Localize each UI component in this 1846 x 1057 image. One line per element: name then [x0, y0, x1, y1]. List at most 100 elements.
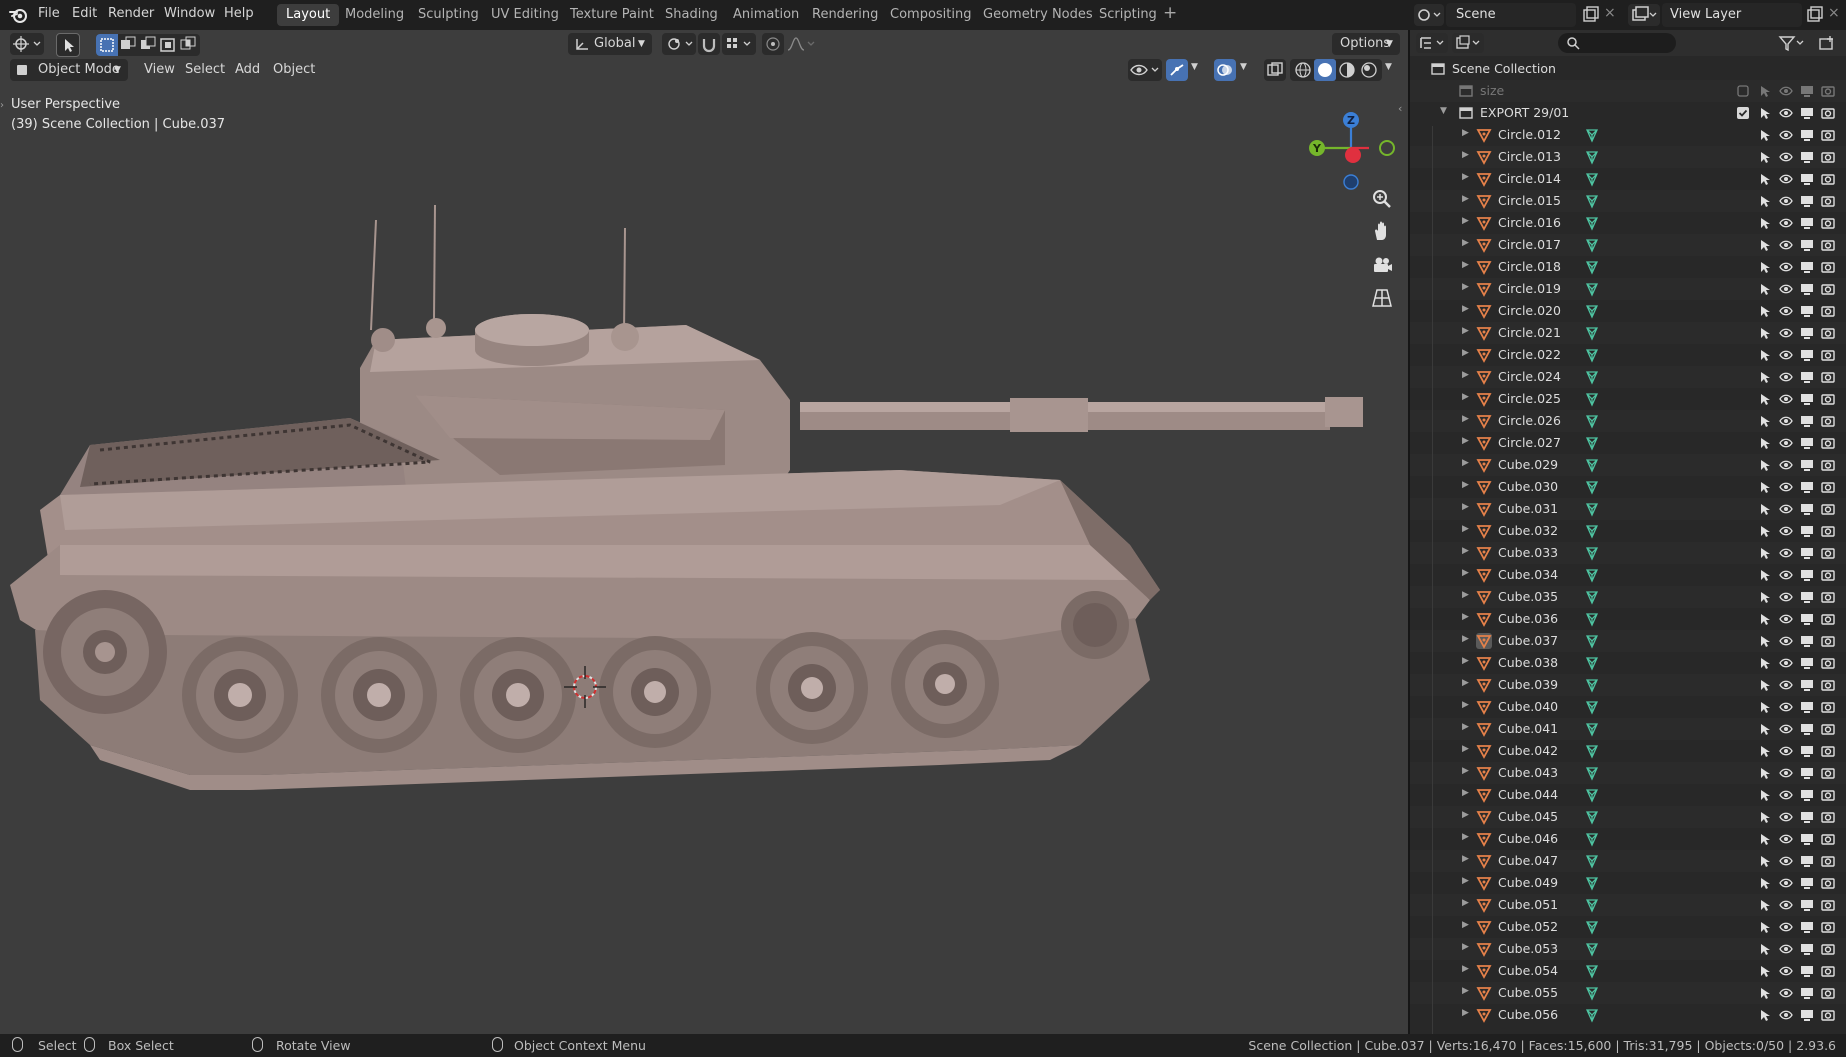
- outliner-row-object[interactable]: ▶ Cube.056: [1410, 1004, 1846, 1026]
- render-camera-icon[interactable]: [1821, 260, 1835, 274]
- outliner-row-scene-collection[interactable]: Scene Collection: [1410, 58, 1846, 80]
- expand-arrow-icon[interactable]: ▶: [1462, 480, 1469, 490]
- selectable-arrow-icon[interactable]: [1758, 194, 1772, 208]
- viewport-monitor-icon[interactable]: [1800, 128, 1814, 142]
- viewport-monitor-icon[interactable]: [1800, 216, 1814, 230]
- render-camera-icon[interactable]: [1821, 238, 1835, 252]
- render-camera-icon[interactable]: [1821, 766, 1835, 780]
- viewport-monitor-icon[interactable]: [1800, 810, 1814, 824]
- selectable-arrow-icon[interactable]: [1758, 436, 1772, 450]
- selectable-arrow-icon[interactable]: [1758, 216, 1772, 230]
- outliner-row-object[interactable]: ▶ Cube.052: [1410, 916, 1846, 938]
- selectable-arrow-icon[interactable]: [1758, 282, 1772, 296]
- viewport-monitor-icon[interactable]: [1800, 832, 1814, 846]
- selectable-arrow-icon[interactable]: [1758, 502, 1772, 516]
- outliner-row-object[interactable]: ▶ Cube.034: [1410, 564, 1846, 586]
- outliner-row-object[interactable]: ▶ Cube.051: [1410, 894, 1846, 916]
- viewport-monitor-icon[interactable]: [1800, 524, 1814, 538]
- selectable-arrow-icon[interactable]: [1758, 546, 1772, 560]
- tank-3d-model[interactable]: [0, 30, 1408, 1034]
- visibility-eye-icon[interactable]: [1779, 744, 1793, 758]
- render-camera-icon[interactable]: [1821, 568, 1835, 582]
- menu-window[interactable]: Window: [164, 6, 215, 21]
- visibility-eye-icon[interactable]: [1779, 920, 1793, 934]
- viewport-monitor-icon[interactable]: [1800, 260, 1814, 274]
- expand-arrow-icon[interactable]: ▶: [1462, 370, 1469, 380]
- render-camera-icon[interactable]: [1821, 744, 1835, 758]
- viewport-monitor-icon[interactable]: [1800, 414, 1814, 428]
- selectable-arrow-icon[interactable]: [1758, 766, 1772, 780]
- render-camera-icon[interactable]: [1821, 436, 1835, 450]
- visibility-eye-icon[interactable]: [1779, 282, 1793, 296]
- viewport-monitor-icon[interactable]: [1800, 392, 1814, 406]
- outliner-row-object[interactable]: ▶ Cube.040: [1410, 696, 1846, 718]
- visibility-eye-icon[interactable]: [1779, 436, 1793, 450]
- viewport-monitor-icon[interactable]: [1800, 326, 1814, 340]
- selectable-arrow-icon[interactable]: [1758, 986, 1772, 1000]
- selectable-arrow-icon[interactable]: [1758, 260, 1772, 274]
- outliner-row-object[interactable]: ▶ Circle.018: [1410, 256, 1846, 278]
- visibility-eye-icon[interactable]: [1779, 942, 1793, 956]
- render-camera-icon[interactable]: [1821, 304, 1835, 318]
- outliner-row-object[interactable]: ▶ Cube.037: [1410, 630, 1846, 652]
- expand-arrow-icon[interactable]: ▶: [1462, 282, 1469, 292]
- viewport-monitor-icon[interactable]: [1800, 722, 1814, 736]
- outliner-row-object[interactable]: ▶ Circle.012: [1410, 124, 1846, 146]
- viewport-monitor-icon[interactable]: [1800, 194, 1814, 208]
- expand-arrow-icon[interactable]: ▶: [1462, 194, 1469, 204]
- scene-field[interactable]: Scene: [1446, 3, 1576, 27]
- visibility-eye-icon[interactable]: [1779, 612, 1793, 626]
- viewport-monitor-icon[interactable]: [1800, 854, 1814, 868]
- selectable-arrow-icon[interactable]: [1758, 920, 1772, 934]
- viewport-monitor-icon[interactable]: [1800, 84, 1814, 98]
- tab-modeling[interactable]: Modeling: [336, 4, 413, 26]
- outliner-editor-type-icon[interactable]: [1416, 33, 1448, 53]
- visibility-eye-icon[interactable]: [1779, 964, 1793, 978]
- render-camera-icon[interactable]: [1821, 370, 1835, 384]
- outliner-row-object[interactable]: ▶ Cube.046: [1410, 828, 1846, 850]
- selectable-arrow-icon[interactable]: [1758, 898, 1772, 912]
- selectable-arrow-icon[interactable]: [1758, 238, 1772, 252]
- tab-animation[interactable]: Animation: [724, 4, 808, 26]
- selectable-arrow-icon[interactable]: [1758, 370, 1772, 384]
- outliner-row-object[interactable]: ▶ Cube.036: [1410, 608, 1846, 630]
- render-camera-icon[interactable]: [1821, 722, 1835, 736]
- expand-arrow-icon[interactable]: ▶: [1462, 524, 1469, 534]
- tab-layout[interactable]: Layout: [277, 4, 340, 26]
- visibility-eye-icon[interactable]: [1779, 480, 1793, 494]
- viewport-monitor-icon[interactable]: [1800, 942, 1814, 956]
- expand-arrow-icon[interactable]: ▶: [1462, 414, 1469, 424]
- viewport-monitor-icon[interactable]: [1800, 876, 1814, 890]
- remove-view-layer-icon[interactable]: ×: [1828, 5, 1840, 21]
- outliner-row-object[interactable]: ▶ Circle.014: [1410, 168, 1846, 190]
- visibility-eye-icon[interactable]: [1779, 238, 1793, 252]
- selectable-arrow-icon[interactable]: [1758, 634, 1772, 648]
- render-camera-icon[interactable]: [1821, 986, 1835, 1000]
- selectable-arrow-icon[interactable]: [1758, 414, 1772, 428]
- expand-arrow-icon[interactable]: ▶: [1462, 634, 1469, 644]
- outliner-row-object[interactable]: ▶ Cube.045: [1410, 806, 1846, 828]
- expand-arrow-icon[interactable]: ▶: [1462, 304, 1469, 314]
- selectable-arrow-icon[interactable]: [1758, 392, 1772, 406]
- selectable-arrow-icon[interactable]: [1758, 810, 1772, 824]
- outliner-row-object[interactable]: ▶ Circle.019: [1410, 278, 1846, 300]
- expand-arrow-icon[interactable]: ▶: [1462, 326, 1469, 336]
- visibility-eye-icon[interactable]: [1779, 634, 1793, 648]
- exclude-checkbox-icon[interactable]: [1736, 106, 1750, 120]
- viewport-monitor-icon[interactable]: [1800, 370, 1814, 384]
- selectable-arrow-icon[interactable]: [1758, 678, 1772, 692]
- visibility-eye-icon[interactable]: [1779, 722, 1793, 736]
- outliner-row-object[interactable]: ▶ Circle.020: [1410, 300, 1846, 322]
- outliner-row-object[interactable]: ▶ Cube.054: [1410, 960, 1846, 982]
- render-camera-icon[interactable]: [1821, 216, 1835, 230]
- expand-arrow-icon[interactable]: ▶: [1462, 172, 1469, 182]
- render-camera-icon[interactable]: [1821, 524, 1835, 538]
- new-view-layer-icon[interactable]: [1806, 6, 1824, 24]
- tab-uv-editing[interactable]: UV Editing: [482, 4, 568, 26]
- blender-logo-icon[interactable]: [9, 6, 28, 24]
- outliner-row-object[interactable]: ▶ Cube.047: [1410, 850, 1846, 872]
- render-camera-icon[interactable]: [1821, 84, 1835, 98]
- expand-arrow-icon[interactable]: ▶: [1462, 1008, 1469, 1018]
- viewport-monitor-icon[interactable]: [1800, 656, 1814, 670]
- selectable-arrow-icon[interactable]: [1758, 106, 1772, 120]
